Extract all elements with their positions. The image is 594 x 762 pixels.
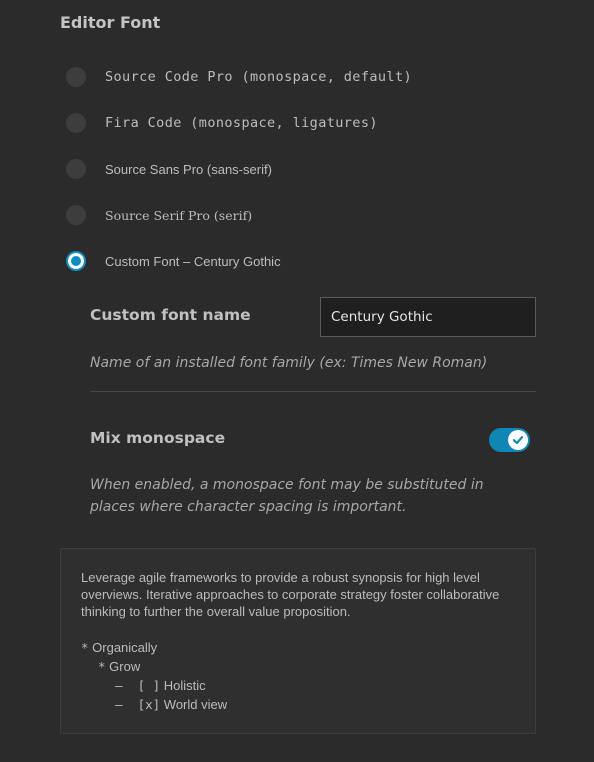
font-option-label: Custom Font – Century Gothic [105, 253, 281, 269]
font-option-custom[interactable]: Custom Font – Century Gothic [66, 250, 281, 272]
custom-font-hint: Name of an installed font family (ex: Ti… [90, 355, 488, 371]
mix-monospace-toggle[interactable] [489, 428, 530, 452]
font-option-label: Source Serif Pro (serif) [105, 207, 253, 223]
checkbox-marker-checked: – [x] [115, 697, 161, 712]
list-item: * Grow [81, 657, 515, 676]
preview-list: * Organically * Grow – [ ] Holistic – [x… [81, 638, 515, 714]
font-option-fira-code[interactable]: Fira Code (monospace, ligatures) [66, 112, 378, 134]
list-item: – [ ] Holistic [81, 676, 515, 695]
bullet-marker: * [81, 640, 89, 655]
radio-button[interactable] [66, 159, 86, 179]
mix-monospace-hint: When enabled, a monospace font may be su… [90, 477, 484, 515]
list-item-text: World view [163, 697, 228, 712]
bullet-marker: * [98, 659, 106, 674]
checkbox-marker: – [ ] [115, 678, 161, 693]
mix-monospace-label: Mix monospace [90, 429, 226, 447]
custom-font-name-label: Custom font name [90, 306, 251, 324]
list-item: – [x] World view [81, 695, 515, 714]
divider [90, 391, 536, 392]
font-option-source-sans-pro[interactable]: Source Sans Pro (sans-serif) [66, 158, 272, 180]
list-item-text: Grow [109, 659, 141, 674]
list-item-text: Holistic [163, 678, 206, 693]
radio-dot [71, 256, 81, 266]
radio-button[interactable] [66, 205, 86, 225]
font-option-source-serif-pro[interactable]: Source Serif Pro (serif) [66, 204, 252, 226]
list-item: * Organically [81, 638, 515, 657]
radio-button-selected[interactable] [66, 251, 86, 271]
radio-button[interactable] [66, 113, 86, 133]
preview-paragraph: Leverage agile frameworks to provide a r… [81, 570, 500, 619]
font-option-label: Source Code Pro (monospace, default) [105, 69, 412, 85]
check-icon [512, 436, 524, 445]
toggle-knob [508, 430, 528, 450]
radio-button[interactable] [66, 67, 86, 87]
section-title: Editor Font [60, 13, 161, 32]
list-item-text: Organically [92, 640, 158, 655]
font-option-source-code-pro[interactable]: Source Code Pro (monospace, default) [66, 66, 412, 88]
font-option-label: Fira Code (monospace, ligatures) [105, 115, 378, 131]
custom-font-name-input[interactable] [320, 297, 536, 337]
font-option-label: Source Sans Pro (sans-serif) [105, 161, 272, 177]
font-preview-box: Leverage agile frameworks to provide a r… [60, 548, 536, 734]
